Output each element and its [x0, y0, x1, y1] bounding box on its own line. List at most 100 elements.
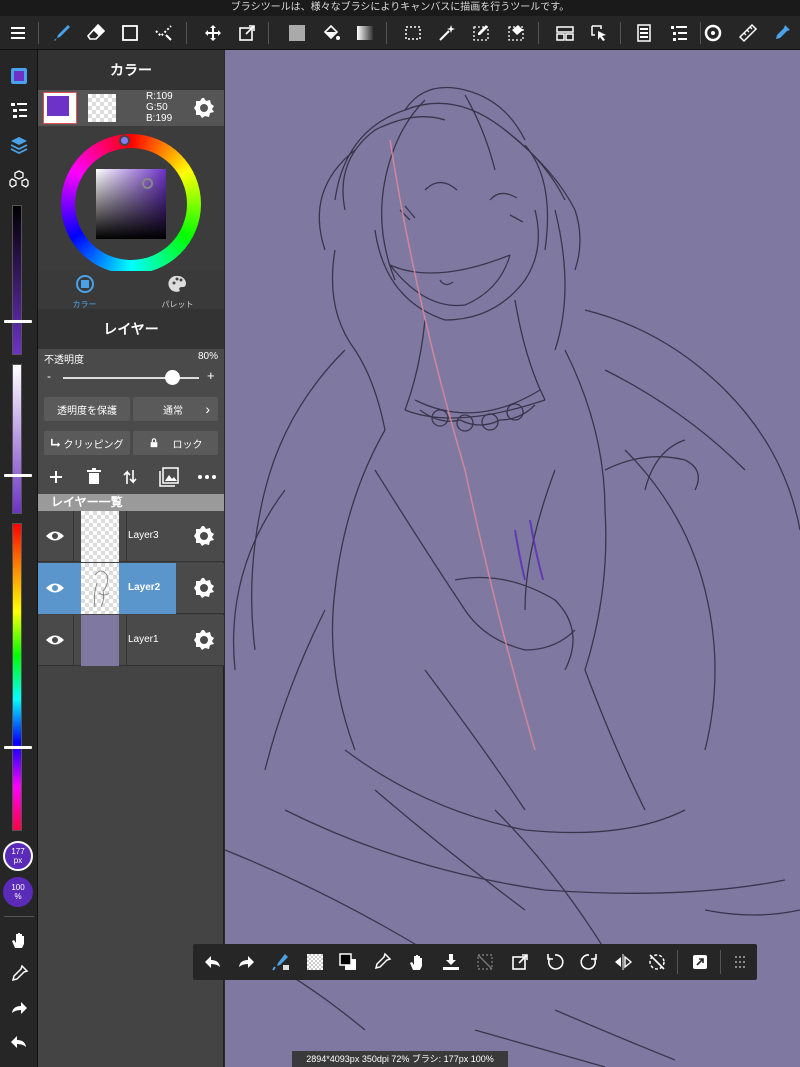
undo-circle-icon[interactable] — [699, 19, 727, 47]
transparent-color-icon[interactable] — [301, 948, 329, 976]
layer-list-icon[interactable] — [665, 19, 693, 47]
layer-thumbnail — [81, 563, 119, 614]
layer-row-layer1[interactable]: Layer1 — [38, 615, 224, 666]
saturation-value-square[interactable] — [96, 169, 166, 239]
layers-icon[interactable] — [5, 131, 33, 159]
rotate-left-icon[interactable] — [541, 948, 569, 976]
select-pen-icon[interactable] — [467, 19, 495, 47]
bucket-icon[interactable] — [317, 19, 345, 47]
fullscreen-icon[interactable] — [686, 948, 714, 976]
rotate-right-icon[interactable] — [575, 948, 603, 976]
hand-icon[interactable] — [5, 926, 33, 954]
dot-icon[interactable] — [150, 19, 178, 47]
undo-icon[interactable] — [199, 948, 227, 976]
color-settings-gear-icon[interactable] — [192, 96, 216, 120]
hue-slider-thumb[interactable] — [4, 746, 32, 749]
tab-palette[interactable]: パレット — [131, 271, 224, 309]
layer-list-header: レイヤー一覧 — [38, 494, 224, 511]
ruler-icon[interactable] — [734, 19, 762, 47]
opacity-slider-thumb[interactable] — [164, 370, 180, 385]
canvas-status-bar: 2894*4093px 350dpi 72% ブラシ: 177px 100% — [292, 1051, 508, 1067]
transform-icon[interactable] — [233, 19, 261, 47]
sketch-artwork — [225, 86, 800, 1067]
eyedropper-icon[interactable] — [5, 960, 33, 988]
color-tabs: カラー パレット — [38, 271, 224, 309]
drawing-canvas[interactable] — [225, 50, 800, 1067]
transform-icon[interactable] — [506, 948, 534, 976]
color-wheel-area — [38, 126, 224, 274]
tab-color[interactable]: カラー — [38, 271, 131, 309]
eraser-icon[interactable] — [82, 19, 110, 47]
hue-slider[interactable] — [12, 523, 22, 831]
brush-size-badge[interactable]: 177 px — [3, 841, 33, 871]
left-sidebar: 177 px 100 % — [0, 50, 38, 1067]
eye-icon[interactable] — [45, 528, 65, 544]
brush-eraser-toggle-icon[interactable] — [267, 948, 295, 976]
brush-opacity-badge[interactable]: 100 % — [3, 877, 33, 907]
operation-icon[interactable] — [585, 19, 613, 47]
opacity-decrease-button[interactable]: - — [47, 369, 51, 383]
magic-wand-icon[interactable] — [433, 19, 461, 47]
primary-color-swatch[interactable] — [43, 92, 77, 124]
brush-list-icon[interactable] — [5, 96, 33, 124]
eye-icon[interactable] — [45, 580, 65, 596]
lock-button[interactable]: ロック — [133, 431, 218, 455]
color-panel-title: カラー — [38, 50, 224, 90]
gradient-icon[interactable] — [351, 19, 379, 47]
more-options-icon[interactable] — [196, 467, 218, 487]
redo-icon[interactable] — [5, 994, 33, 1022]
eyedropper-icon[interactable] — [768, 19, 796, 47]
select-eraser-icon[interactable] — [502, 19, 530, 47]
layer-image-icon[interactable] — [158, 466, 180, 488]
opacity-increase-button[interactable]: + — [207, 368, 215, 383]
reset-rotation-icon[interactable] — [643, 948, 671, 976]
sv-picker-handle[interactable] — [142, 178, 153, 189]
flip-horizontal-icon[interactable] — [609, 948, 637, 976]
material-icon[interactable] — [630, 19, 658, 47]
lock-icon — [150, 438, 157, 448]
palette-icon — [167, 275, 186, 292]
brush-icon[interactable] — [48, 19, 76, 47]
layer-actions — [38, 460, 224, 496]
grip-handle-icon[interactable] — [726, 948, 754, 976]
eyedropper-icon[interactable] — [368, 948, 396, 976]
move-icon[interactable] — [199, 19, 227, 47]
menu-icon[interactable] — [4, 19, 32, 47]
shape-icon[interactable] — [116, 19, 144, 47]
filter-icon[interactable] — [551, 19, 579, 47]
eye-icon[interactable] — [45, 632, 65, 648]
saturation-slider[interactable] — [12, 364, 22, 514]
select-rect-icon[interactable] — [399, 19, 427, 47]
hue-picker-handle[interactable] — [119, 135, 130, 146]
brightness-slider-thumb[interactable] — [4, 320, 32, 323]
brightness-slider[interactable] — [12, 205, 22, 355]
layer-row-layer3[interactable]: Layer3 — [38, 511, 224, 562]
hand-icon[interactable] — [403, 948, 431, 976]
layer-options: 透明度を保護 通常 › クリッピング ロック — [38, 391, 224, 467]
opacity-row: 不透明度 80% - + — [38, 349, 224, 391]
clipping-arrow-icon — [50, 438, 60, 448]
layer-settings-gear-icon[interactable] — [192, 576, 216, 600]
blend-mode-select[interactable]: 通常 › — [133, 397, 218, 421]
layer-panel-title: レイヤー — [38, 309, 224, 349]
material-cubes-icon[interactable] — [5, 165, 33, 193]
redo-icon[interactable] — [232, 948, 260, 976]
layer-row-layer2[interactable]: Layer2 — [38, 563, 224, 614]
add-layer-icon[interactable] — [46, 467, 66, 487]
deselect-icon[interactable] — [471, 948, 499, 976]
layer-settings-gear-icon[interactable] — [192, 628, 216, 652]
clipping-button[interactable]: クリッピング — [44, 431, 130, 455]
protect-alpha-button[interactable]: 透明度を保護 — [44, 397, 130, 421]
fill-color-icon[interactable] — [283, 19, 311, 47]
saturation-slider-thumb[interactable] — [4, 474, 32, 477]
reorder-icon[interactable] — [120, 467, 140, 487]
trash-icon[interactable] — [84, 467, 104, 487]
color-panel-icon[interactable] — [5, 62, 33, 90]
swap-color-icon[interactable] — [334, 948, 362, 976]
secondary-color-swatch[interactable] — [88, 94, 116, 122]
layer-thumbnail — [81, 615, 119, 666]
save-download-icon[interactable] — [437, 948, 465, 976]
undo-icon[interactable] — [5, 1028, 33, 1056]
rgb-readout: R:109 G:50 B:199 — [146, 91, 173, 124]
layer-settings-gear-icon[interactable] — [192, 524, 216, 548]
